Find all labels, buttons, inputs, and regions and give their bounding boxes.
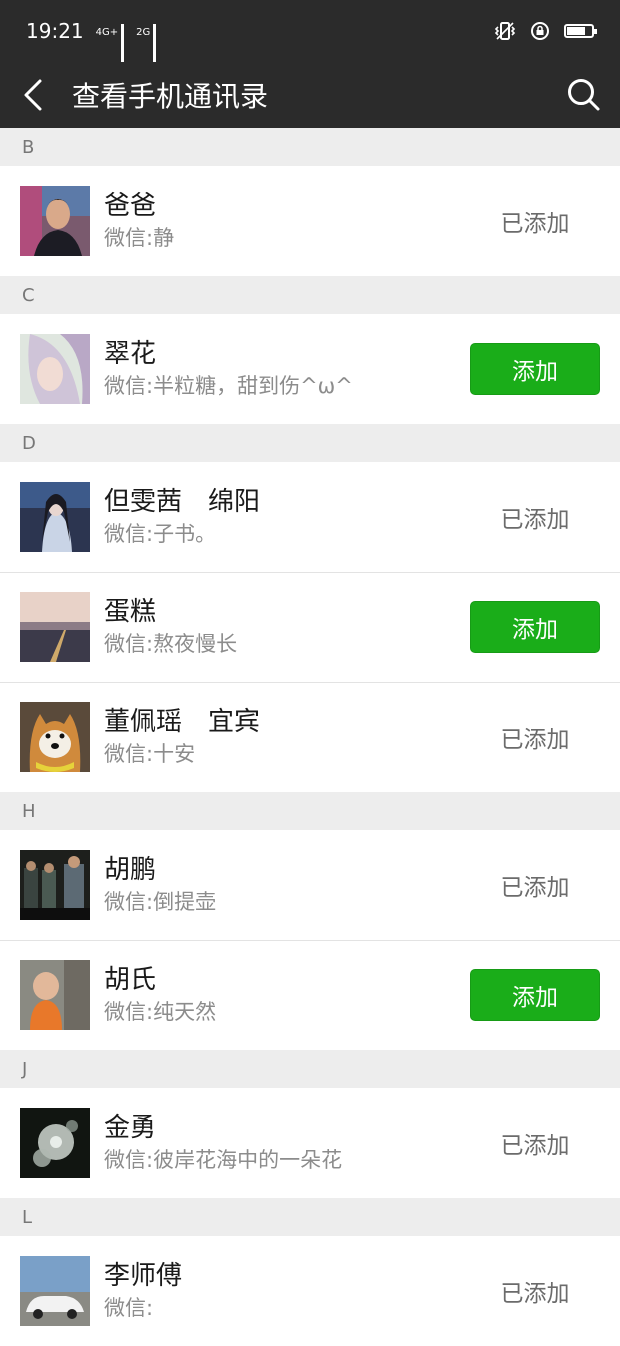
contact-wechat: 微信:十安	[104, 742, 196, 766]
status-left: 19:21 4G+ 2G	[26, 19, 157, 62]
network-2g-label: 2G	[136, 27, 151, 38]
nav-bar: 查看手机通讯录	[0, 62, 620, 128]
status-time: 19:21	[26, 19, 84, 43]
avatar	[20, 186, 90, 256]
battery-level	[567, 27, 585, 35]
added-label: 已添加	[500, 1281, 570, 1307]
contact-list: B 爸爸 微信:静 已添加 C 翠花 微信:半粒糖，甜到伤^ω^ 添加 D 但雯…	[0, 128, 620, 1346]
back-arrow-icon[interactable]	[18, 78, 48, 112]
contact-wechat: 微信:纯天然	[104, 1000, 217, 1024]
avatar	[20, 702, 90, 772]
network-4g: 4G+	[95, 24, 125, 62]
lock-rotation-icon	[531, 22, 549, 40]
contact-row[interactable]: 爸爸 微信:静 已添加	[0, 166, 620, 276]
search-icon[interactable]	[566, 77, 602, 113]
added-label: 已添加	[500, 875, 570, 901]
contact-row[interactable]: 蛋糕 微信:熬夜慢长 添加	[0, 572, 620, 682]
vibrate-icon	[494, 22, 516, 40]
added-label: 已添加	[500, 507, 570, 533]
contact-name: 金勇	[104, 1113, 157, 1143]
contact-info: 翠花 微信:半粒糖，甜到伤^ω^	[104, 337, 470, 401]
contact-name: 翠花	[104, 339, 157, 369]
add-contact-button[interactable]: 添加	[470, 969, 600, 1021]
add-contact-button[interactable]: 添加	[470, 601, 600, 653]
contact-name: 胡鹏	[104, 855, 157, 885]
network-4g-label: 4G+	[95, 27, 119, 38]
avatar	[20, 1108, 90, 1178]
avatar	[20, 592, 90, 662]
contact-info: 但雯茜 绵阳 微信:子书。	[104, 485, 470, 549]
section-header-d: D	[0, 424, 620, 462]
battery-icon	[564, 24, 597, 38]
avatar	[20, 1256, 90, 1326]
avatar	[20, 482, 90, 552]
section-header-j: J	[0, 1050, 620, 1088]
contact-wechat: 微信:倒提壶	[104, 890, 217, 914]
contact-wechat: 微信:子书。	[104, 522, 217, 546]
signal-bars-icon	[121, 24, 125, 62]
contact-name: 但雯茜 绵阳	[104, 487, 261, 517]
contact-wechat: 微信:半粒糖，甜到伤^ω^	[104, 374, 353, 398]
contact-row[interactable]: 胡鹏 微信:倒提壶 已添加	[0, 830, 620, 940]
status-bar: 19:21 4G+ 2G	[0, 0, 620, 62]
contact-row[interactable]: 胡氏 微信:纯天然 添加	[0, 940, 620, 1050]
contact-row[interactable]: 但雯茜 绵阳 微信:子书。 已添加	[0, 462, 620, 572]
contact-row[interactable]: 翠花 微信:半粒糖，甜到伤^ω^ 添加	[0, 314, 620, 424]
avatar	[20, 334, 90, 404]
contact-name: 蛋糕	[104, 597, 157, 627]
contact-info: 胡鹏 微信:倒提壶	[104, 853, 470, 917]
avatar	[20, 960, 90, 1030]
contact-wechat: 微信:彼岸花海中的一朵花	[104, 1148, 343, 1172]
avatar	[20, 850, 90, 920]
add-contact-button[interactable]: 添加	[470, 343, 600, 395]
added-label: 已添加	[500, 211, 570, 237]
contact-name: 董佩瑶 宜宾	[104, 707, 261, 737]
status-right	[494, 21, 597, 41]
added-label: 已添加	[500, 727, 570, 753]
page-title: 查看手机通讯录	[72, 80, 269, 113]
contact-name: 爸爸	[104, 191, 157, 221]
contact-wechat: 微信:	[104, 1296, 154, 1320]
signal-bars-icon	[153, 24, 157, 62]
section-header-c: C	[0, 276, 620, 314]
contact-wechat: 微信:熬夜慢长	[104, 632, 238, 656]
network-2g: 2G	[136, 24, 157, 62]
contact-info: 金勇 微信:彼岸花海中的一朵花	[104, 1111, 470, 1175]
contact-row[interactable]: 董佩瑶 宜宾 微信:十安 已添加	[0, 682, 620, 792]
contact-info: 董佩瑶 宜宾 微信:十安	[104, 705, 470, 769]
contact-row[interactable]: 李师傅 微信: 已添加	[0, 1236, 620, 1346]
section-header-h: H	[0, 792, 620, 830]
contact-wechat: 微信:静	[104, 226, 175, 250]
contact-row[interactable]: 金勇 微信:彼岸花海中的一朵花 已添加	[0, 1088, 620, 1198]
contact-name: 胡氏	[104, 965, 157, 995]
contact-info: 胡氏 微信:纯天然	[104, 963, 470, 1027]
contact-info: 蛋糕 微信:熬夜慢长	[104, 595, 470, 659]
section-header-b: B	[0, 128, 620, 166]
contact-name: 李师傅	[104, 1261, 183, 1291]
contact-info: 李师傅 微信:	[104, 1259, 470, 1323]
added-label: 已添加	[500, 1133, 570, 1159]
section-header-l: L	[0, 1198, 620, 1236]
contact-info: 爸爸 微信:静	[104, 189, 470, 253]
